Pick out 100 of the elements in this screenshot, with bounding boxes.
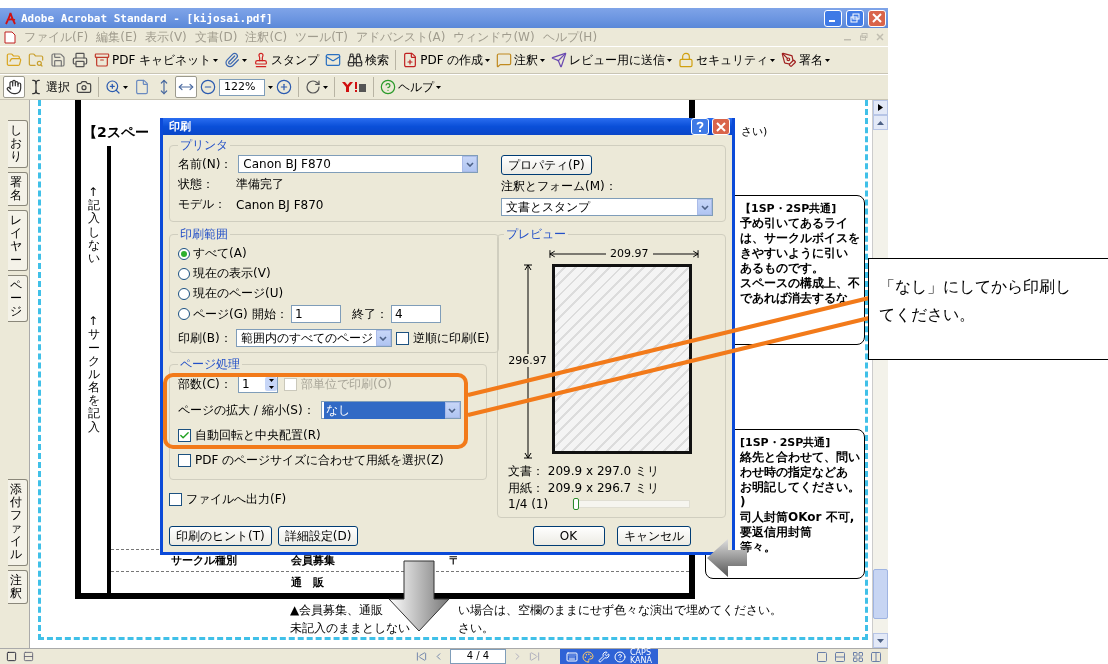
checkbox[interactable] <box>395 331 409 345</box>
note-text: 司人封筒OKor 不可, <box>740 509 856 525</box>
field-label: 状態： <box>178 176 215 193</box>
dimension-line <box>548 249 606 258</box>
paper-size: 用紙： 209.9 x 296.7 ミリ <box>508 480 661 497</box>
toolbar-button[interactable]: PDF キャビネット <box>91 49 222 71</box>
restore-button[interactable] <box>846 9 864 27</box>
side-tab[interactable]: ページ <box>8 274 28 323</box>
dialog-button[interactable]: キャンセル <box>616 526 691 546</box>
panel-toggle-button[interactable] <box>873 100 888 115</box>
toolbar-button[interactable]: セキュリティ <box>675 49 779 71</box>
radio-label[interactable]: 現在のページ(U) <box>193 285 284 302</box>
checkbox-label[interactable]: 逆順に印刷(E) <box>412 329 490 347</box>
side-tab[interactable]: しおり <box>8 120 28 168</box>
printer-icon <box>72 52 88 68</box>
side-tab[interactable]: 署名 <box>8 171 28 206</box>
section-heading: 【2スペー <box>83 124 149 142</box>
radio-label[interactable]: 現在の表示(V) <box>193 265 271 282</box>
help-icon[interactable] <box>614 650 626 663</box>
toolbar-button[interactable]: スタンプ <box>250 49 323 71</box>
close-button[interactable] <box>712 118 730 135</box>
properties-button[interactable]: プロパティ(P) <box>501 155 592 175</box>
checkbox[interactable] <box>178 454 191 467</box>
toolbar-button[interactable]: PDF の作成 <box>399 49 494 71</box>
caret-icon <box>242 58 248 62</box>
toolbar-button[interactable]: レビュー用に送信 <box>548 49 676 71</box>
keyboard-icon[interactable] <box>566 650 578 663</box>
folder-search-icon <box>28 52 44 68</box>
field-label: 開始： <box>252 305 288 323</box>
toolbar-button[interactable] <box>3 76 25 98</box>
facing-icon[interactable] <box>852 650 864 663</box>
field-label: 終了： <box>352 305 388 323</box>
checkbox-label[interactable]: ファイルへ出力(F) <box>186 491 287 508</box>
page-slider[interactable] <box>572 500 691 508</box>
scroll-up-button[interactable] <box>873 115 888 130</box>
dropdown-field[interactable]: Canon BJ F870 <box>238 155 479 173</box>
note-text: お明記してください。 <box>740 479 861 495</box>
radio-button[interactable] <box>178 267 190 280</box>
comment-icon <box>496 52 513 68</box>
paperclip-icon <box>224 52 241 68</box>
table-cell-text: 〒 <box>448 553 461 568</box>
logo-icon <box>341 81 367 93</box>
minimize-button[interactable] <box>824 9 842 27</box>
caret-icon <box>540 58 546 62</box>
checkbox-label[interactable]: 自動回転と中央配置(R) <box>195 427 321 444</box>
radio-label[interactable]: すべて(A) <box>193 245 247 262</box>
dialog-button[interactable]: 印刷のヒント(T) <box>169 526 272 546</box>
dialog-button[interactable]: 詳細設定(D) <box>277 526 359 546</box>
checkbox[interactable] <box>178 429 191 442</box>
page-number-field[interactable]: 4 / 4 <box>450 649 506 664</box>
side-tab[interactable]: 注釈 <box>8 569 28 604</box>
caret-icon <box>323 85 328 89</box>
page-view-icon[interactable] <box>6 651 17 662</box>
spin-arrows-icon[interactable] <box>265 377 277 391</box>
dropdown-field[interactable]: 文書とスタンプ <box>501 198 713 216</box>
dropdown-field[interactable]: 範囲内のすべてのページ <box>235 329 392 347</box>
radio-label[interactable]: ページ(G) <box>193 305 249 323</box>
zoom-in-icon <box>105 79 121 95</box>
dropdown-field[interactable]: なし <box>320 401 461 419</box>
help-button[interactable] <box>691 118 709 135</box>
arrow-up-icon <box>877 120 884 125</box>
continuous-facing-icon[interactable] <box>870 650 882 663</box>
wrench-icon[interactable] <box>598 650 610 663</box>
close-button[interactable] <box>868 9 886 27</box>
radio-button[interactable] <box>178 247 190 260</box>
toolbar-button[interactable]: ヘルプ <box>377 76 444 98</box>
stamp-icon <box>253 52 270 68</box>
single-page-icon[interactable] <box>816 650 828 663</box>
slider-thumb[interactable] <box>573 498 580 510</box>
layout-icon[interactable] <box>23 651 34 662</box>
scroll-down-button[interactable] <box>873 633 888 648</box>
ime-status: CAPS <box>630 648 651 657</box>
arrow-down-icon <box>877 638 884 643</box>
field-label: 名前(N)： <box>178 155 233 173</box>
checkbox[interactable] <box>169 493 182 506</box>
continuous-icon[interactable] <box>834 650 846 663</box>
note-text: 要返信用封筒 <box>740 524 813 540</box>
dialog-button[interactable]: OK <box>532 526 605 546</box>
note-text: きやすいように引い <box>740 245 849 261</box>
checkbox-label[interactable]: PDF のページサイズに合わせて用紙を選択(Z) <box>195 452 444 469</box>
group-label: プレビュー <box>505 226 567 243</box>
first-page-icon[interactable] <box>416 651 427 662</box>
chevron-icon <box>448 407 457 413</box>
radio-button[interactable] <box>178 308 190 320</box>
radio-button[interactable] <box>178 287 190 300</box>
zoom-field[interactable]: 122% <box>219 78 265 96</box>
toolbar-button[interactable]: 署名 <box>778 49 834 71</box>
question-mark-icon <box>696 121 704 132</box>
note-text: わせ時の指定などあ <box>740 464 849 480</box>
palette-icon[interactable] <box>582 650 594 663</box>
note-heading: 【1SP・2SP共通] <box>740 202 838 216</box>
toolbar-button[interactable]: 検索 <box>344 49 393 71</box>
scrollbar-thumb[interactable] <box>873 569 888 619</box>
side-tab[interactable]: レイヤー <box>8 209 28 271</box>
side-tab[interactable]: 添付ファイル <box>8 478 28 566</box>
text-field[interactable]: 4 <box>391 305 441 323</box>
toolbar-button[interactable]: 注釈 <box>493 49 549 71</box>
table-cell-text: 通 販 <box>290 575 325 590</box>
text-field[interactable]: 1 <box>291 305 341 323</box>
toolbar-button[interactable]: 選択 <box>25 76 73 98</box>
